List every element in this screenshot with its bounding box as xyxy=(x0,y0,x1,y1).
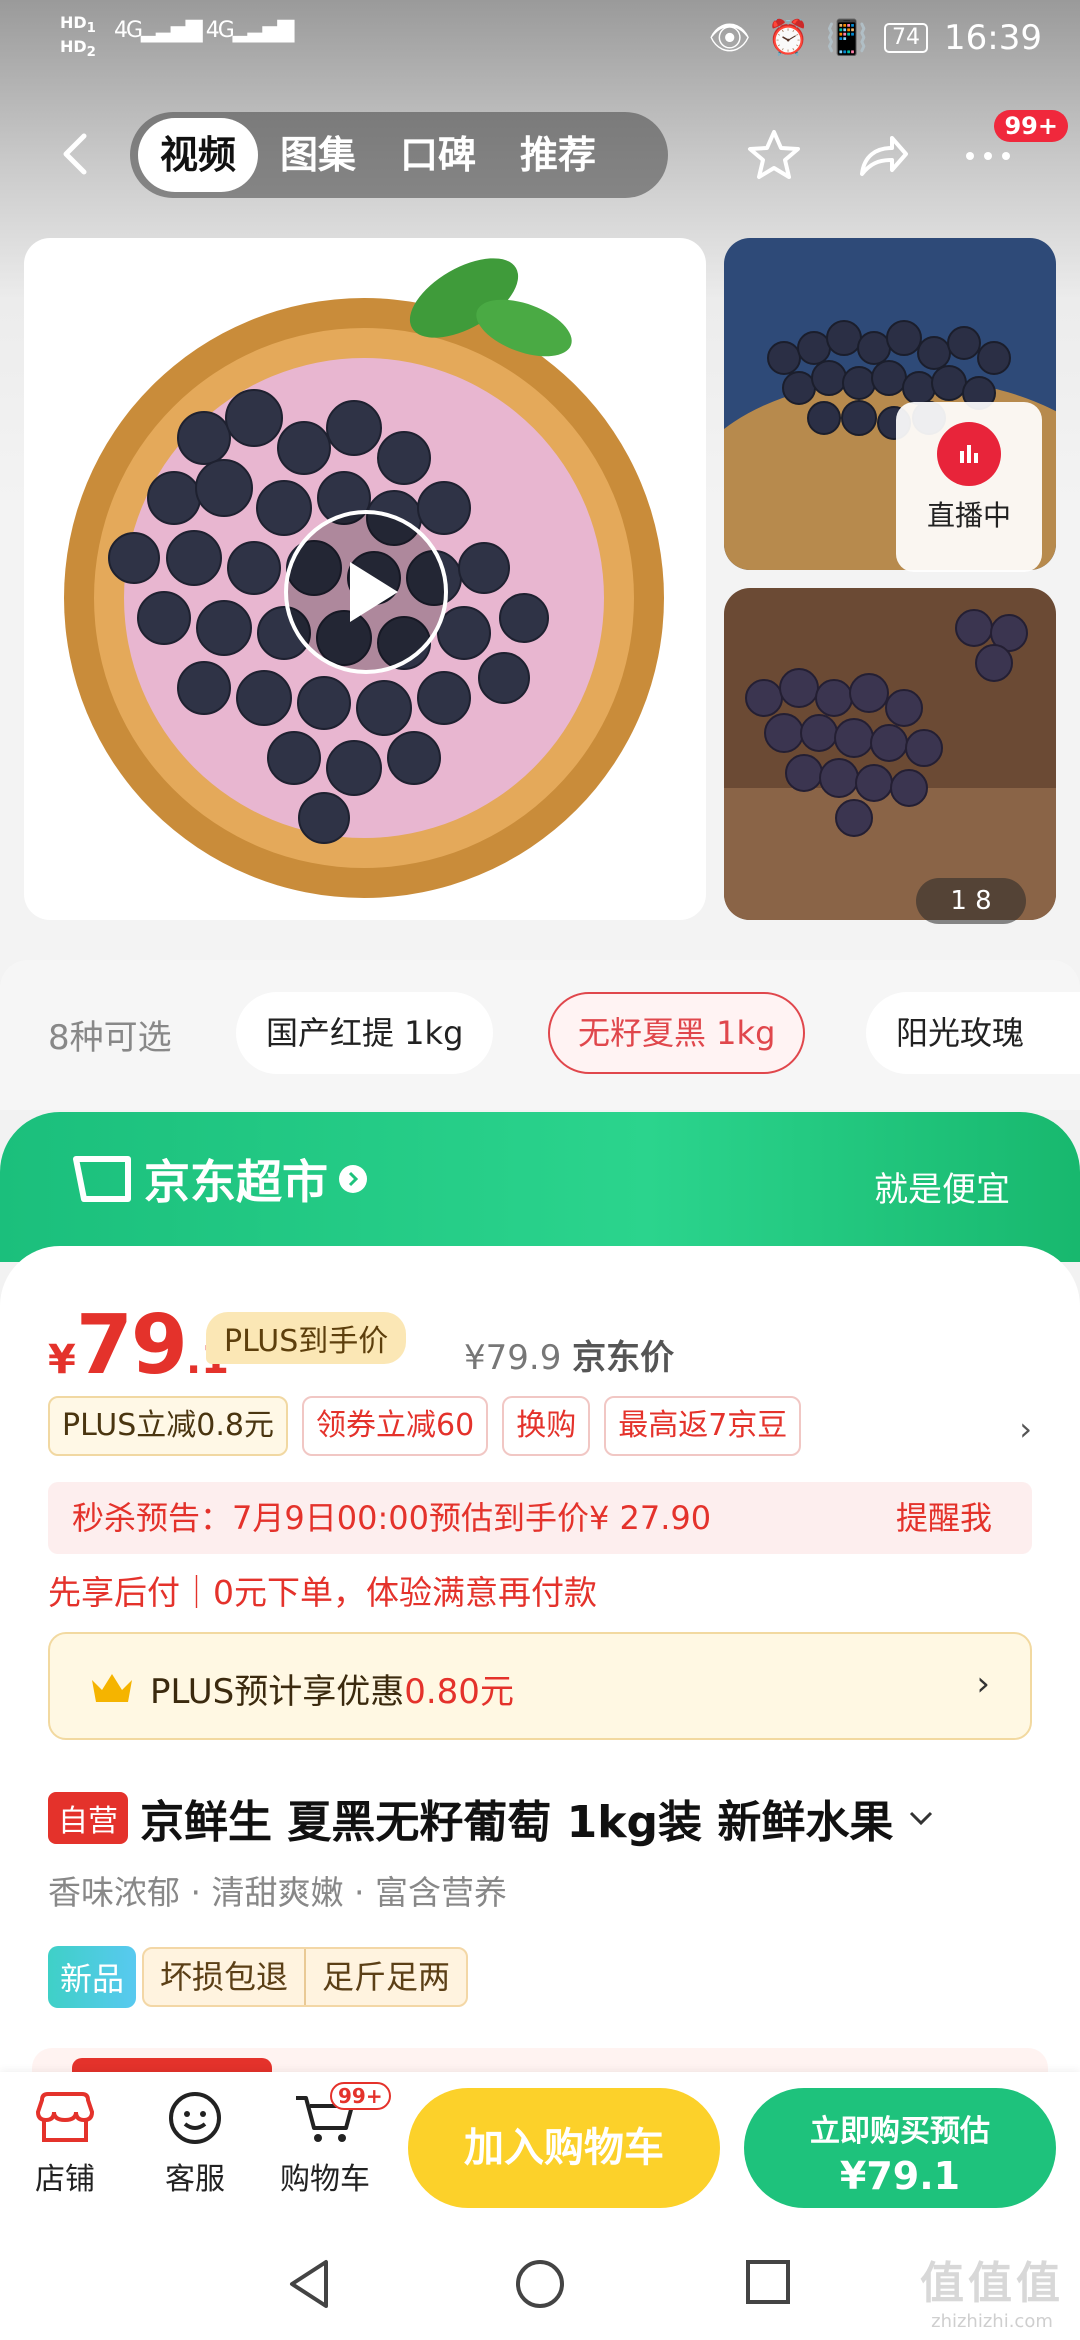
watermark: 值值值 zhizhizhi.com xyxy=(920,2247,1064,2332)
pay-later-info[interactable]: 先享后付｜0元下单，体验满意再付款 xyxy=(48,1566,597,1614)
chevron-right-icon: › xyxy=(976,1664,990,1704)
variant-option-shine-muscat[interactable]: 阳光玫瑰 xyxy=(866,992,1080,1074)
plus-discount-label: PLUS预计享优惠 xyxy=(150,1672,405,1712)
product-title: 京鲜生 夏黑无籽葡萄 1kg装 新鲜水果 xyxy=(140,1797,894,1848)
variant-option-red-grape[interactable]: 国产红提 1kg xyxy=(236,992,494,1074)
promo-exchange[interactable]: 换购 xyxy=(502,1396,591,1456)
crown-icon xyxy=(92,1674,132,1702)
status-bar: HD1 HD2 4G▂▃▅▇ 4G▂▃▅▇ 👁 ⏰ 📳 74 16:39 xyxy=(0,0,1080,80)
status-right: 👁 ⏰ 📳 74 16:39 xyxy=(708,18,1042,58)
watermark-url: zhizhizhi.com xyxy=(931,2311,1053,2332)
cart-count-badge: 99+ xyxy=(330,2082,391,2110)
plus-discount-box[interactable]: PLUS预计享优惠0.80元 › xyxy=(48,1632,1032,1740)
tab-reviews[interactable]: 口碑 xyxy=(378,118,498,192)
back-arrow-icon[interactable] xyxy=(52,130,100,178)
top-nav: 视频 图集 口碑 推荐 99+ xyxy=(0,110,1080,200)
time-label: 16:39 xyxy=(944,18,1042,58)
service-label: 客服 xyxy=(165,2162,225,2197)
jd-price: ¥79.9 京东价 xyxy=(464,1330,674,1379)
media-tabs: 视频 图集 口碑 推荐 xyxy=(130,112,668,198)
signal-bars-icon: 4G▂▃▅▇ 4G▂▃▅▇ xyxy=(114,18,294,43)
watermark-logo: 值值值 xyxy=(920,2258,1064,2309)
seckill-text: 秒杀预告：7月9日00:00预估到手价¥ 27.90 xyxy=(72,1499,712,1537)
buy-now-button[interactable]: 立即购买预估 ¥79.1 xyxy=(744,2088,1056,2208)
shop-button[interactable]: 店铺 xyxy=(10,2090,120,2198)
chevron-right-icon[interactable]: › xyxy=(1019,1410,1032,1448)
promo-coupon[interactable]: 领券立减60 xyxy=(302,1396,489,1456)
plus-discount-text: PLUS预计享优惠0.80元 xyxy=(150,1664,514,1713)
nav-back-icon[interactable] xyxy=(286,2258,334,2310)
share-icon[interactable] xyxy=(852,126,912,186)
plus-price-tag: PLUS到手价 xyxy=(206,1312,407,1364)
plus-price: ¥ 79 .1 xyxy=(48,1298,229,1393)
promo-plus-discount[interactable]: PLUS立减0.8元 xyxy=(48,1396,289,1456)
variant-selector: 8种可选 国产红提 1kg 无籽夏黑 1kg 阳光玫瑰 xyxy=(0,960,1080,1110)
store-banner[interactable]: 京东超市 就是便宜 xyxy=(0,1112,1080,1262)
store-slogan: 就是便宜 xyxy=(874,1170,1010,1210)
gallery-counter: 1 8 xyxy=(916,878,1026,924)
nav-home-icon[interactable] xyxy=(514,2258,566,2310)
grapes-on-wood-image xyxy=(724,588,1056,920)
remind-me-button[interactable]: 提醒我 xyxy=(896,1482,992,1554)
buy-now-price: ¥79.1 xyxy=(839,2154,961,2198)
shop-label: 店铺 xyxy=(35,2162,95,2197)
self-operated-badge: 自营 xyxy=(48,1792,128,1844)
new-badge: 新品 xyxy=(48,1946,137,2008)
seckill-preview: 秒杀预告：7月9日00:00预估到手价¥ 27.90 提醒我 xyxy=(48,1482,1032,1554)
variant-option-seedless[interactable]: 无籽夏黑 1kg xyxy=(548,992,806,1074)
network-2-label: 4G xyxy=(205,18,235,43)
tab-gallery[interactable]: 图集 xyxy=(258,118,378,192)
tag-full-weight: 足斤足两 xyxy=(304,1949,466,2005)
live-icon xyxy=(937,422,1001,486)
price-integer: 79 xyxy=(75,1298,188,1393)
nav-recents-icon[interactable] xyxy=(744,2258,792,2306)
tab-recommend[interactable]: 推荐 xyxy=(498,118,618,192)
chevron-right-circle-icon xyxy=(339,1165,367,1193)
system-navigation-bar: 值值值 zhizhizhi.com xyxy=(0,2222,1080,2340)
product-info-card: ¥ 79 .1 PLUS到手价 ¥79.9 京东价 PLUS立减0.8元 领券立… xyxy=(0,1246,1080,2076)
live-badge[interactable]: 直播中 xyxy=(896,402,1042,572)
vibrate-icon: 📳 xyxy=(825,18,869,58)
price-yen: ¥ xyxy=(48,1337,76,1383)
network-1-label: 4G xyxy=(114,18,143,43)
jd-price-value: ¥79.9 xyxy=(464,1338,562,1378)
product-video-thumbnail[interactable] xyxy=(24,238,706,920)
cart-button[interactable]: 99+ 购物车 xyxy=(270,2082,391,2198)
chevron-down-icon[interactable] xyxy=(907,1808,935,1828)
plus-discount-amount: 0.80元 xyxy=(404,1672,514,1712)
tab-video[interactable]: 视频 xyxy=(138,118,259,192)
service-tags: 新品 坏损包退 足斤足两 xyxy=(48,1946,469,2008)
smiley-chat-icon xyxy=(169,2092,221,2144)
cart-label: 购物车 xyxy=(280,2162,370,2197)
promo-list[interactable]: PLUS立减0.8元 领券立减60 换购 最高返7京豆 xyxy=(48,1396,802,1456)
promo-jd-beans[interactable]: 最高返7京豆 xyxy=(604,1396,802,1456)
customer-service-button[interactable]: 客服 xyxy=(140,2090,250,2198)
battery-indicator: 74 xyxy=(884,23,929,53)
eye-icon: 👁 xyxy=(708,18,752,58)
tag-damage-refund: 坏损包退 xyxy=(160,1958,289,1996)
add-to-cart-button[interactable]: 加入购物车 xyxy=(408,2088,720,2208)
alarm-icon: ⏰ xyxy=(767,18,810,58)
star-icon[interactable] xyxy=(744,126,804,186)
product-features: 香味浓郁 · 清甜爽嫩 · 富含营养 xyxy=(48,1873,507,1912)
bottom-action-bar: 店铺 客服 99+ 购物车 加入购物车 立即购买预估 ¥79.1 xyxy=(0,2072,1080,2222)
guarantee-tags[interactable]: 坏损包退 足斤足两 xyxy=(142,1947,469,2007)
play-icon[interactable] xyxy=(282,508,450,676)
jd-price-label: 京东价 xyxy=(572,1338,675,1378)
sim-indicator: HD1 HD2 xyxy=(60,13,96,61)
variant-count-label: 8种可选 xyxy=(48,1018,172,1058)
store-logo: 京东超市 xyxy=(70,1146,368,1212)
buy-now-label: 立即购买预估 xyxy=(810,2114,990,2149)
more-badge: 99+ xyxy=(994,110,1068,142)
gallery-thumb-2[interactable] xyxy=(724,588,1056,920)
shop-icon xyxy=(35,2092,95,2142)
jd-supermarket-icon xyxy=(73,1156,131,1202)
product-title-row[interactable]: 自营 京鲜生 夏黑无籽葡萄 1kg装 新鲜水果 xyxy=(48,1786,1048,1850)
store-name: 京东超市 xyxy=(144,1155,328,1209)
live-label: 直播中 xyxy=(926,499,1011,532)
